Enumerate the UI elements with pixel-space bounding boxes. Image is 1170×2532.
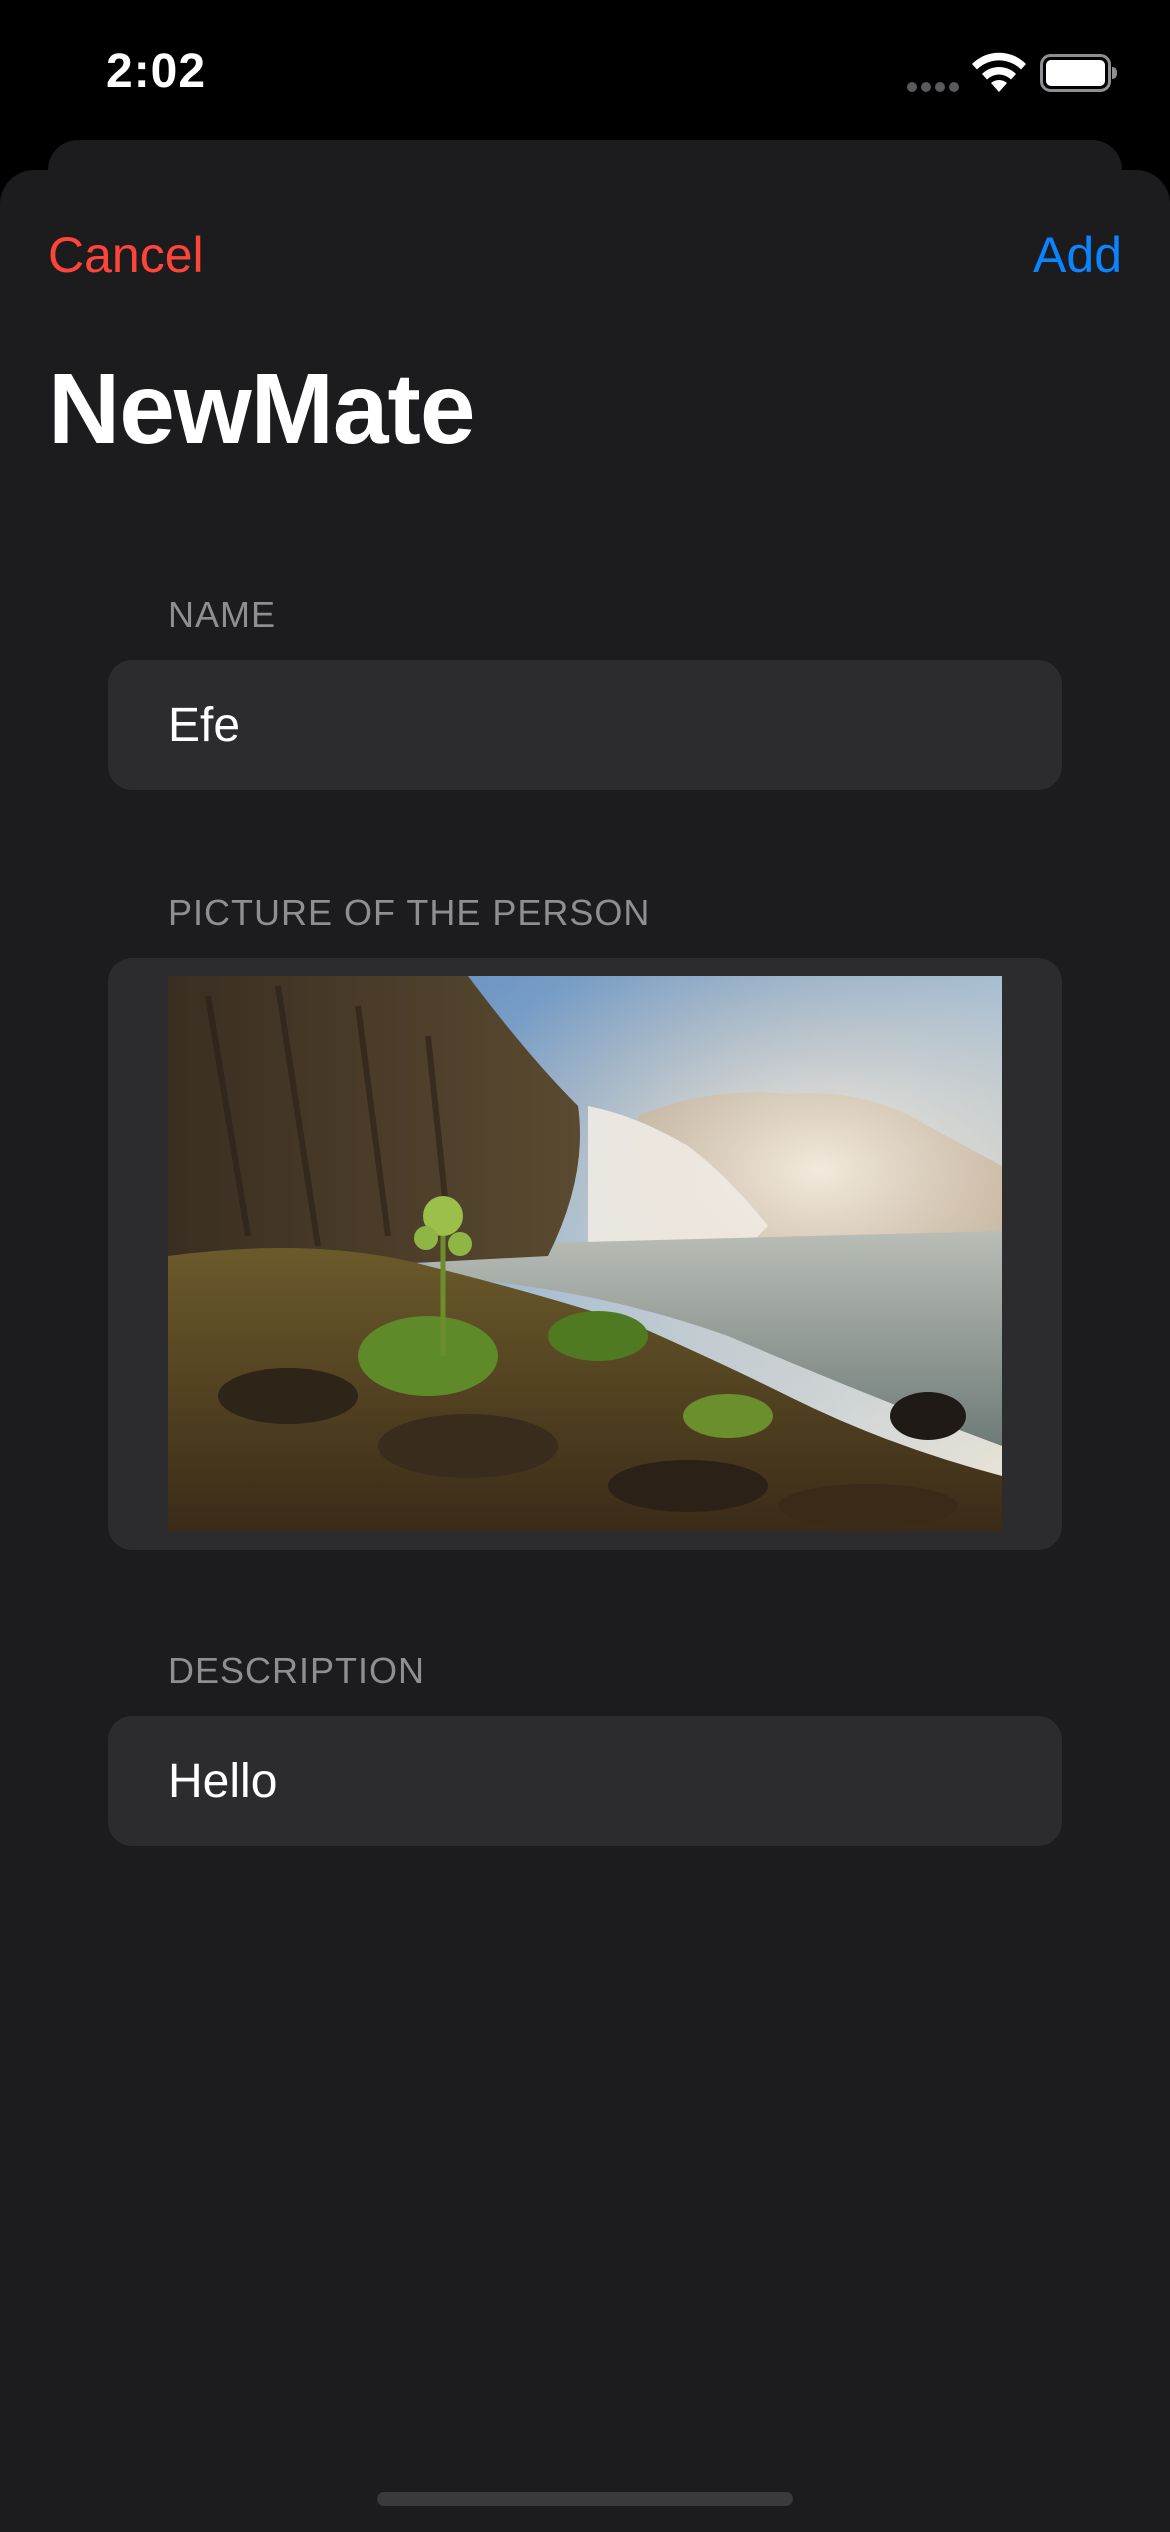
person-picture-image[interactable] (168, 976, 1002, 1531)
cellular-signal-icon (907, 82, 959, 92)
name-section-header: NAME (168, 594, 277, 635)
new-mate-sheet: Cancel Add NewMate NAME PICTURE OF THE P… (0, 170, 1170, 2532)
picture-card[interactable] (108, 958, 1062, 1550)
add-button[interactable]: Add (1033, 226, 1122, 284)
home-indicator[interactable] (377, 2492, 793, 2506)
picture-section-header: PICTURE OF THE PERSON (168, 892, 651, 933)
description-input[interactable] (168, 1716, 1028, 1846)
status-bar: 2:02 (0, 0, 1170, 140)
description-section-header: DESCRIPTION (168, 1650, 426, 1691)
description-field-card (108, 1716, 1062, 1846)
screen: 2:02 Cancel Add NewMate NAME PICTURE (0, 0, 1170, 2532)
cancel-button[interactable]: Cancel (48, 226, 204, 284)
page-title: NewMate (48, 353, 475, 465)
name-field-card (108, 660, 1062, 790)
wifi-icon (972, 52, 1026, 92)
name-input[interactable] (168, 660, 1028, 790)
battery-icon (1040, 54, 1117, 92)
status-time: 2:02 (106, 45, 207, 98)
